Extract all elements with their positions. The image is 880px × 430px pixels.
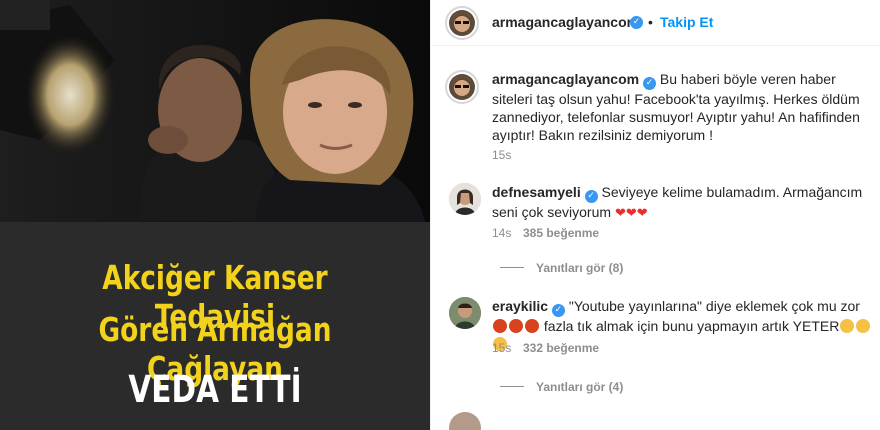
comment-defnesamyeli: defnesamyeli ✓ Seviyeye kelime bulamadım… — [492, 183, 872, 223]
post-side-panel: armagancaglayancom ✓ • Takip Et armaganc… — [430, 0, 880, 430]
replies-line — [500, 267, 524, 268]
caption-time: 15s — [492, 148, 512, 162]
post-caption-line3: VEDA ETTİ — [128, 368, 302, 411]
sad-face-emoji-icon — [840, 319, 855, 333]
view-replies-button[interactable]: Yanıtları gör (4) — [536, 380, 623, 394]
avatar-face-icon — [449, 183, 481, 215]
avatar-face-icon — [449, 297, 481, 329]
comment-text-part2: fazla tık almak için bunu yapmayın artık… — [543, 318, 840, 334]
comment-time: 14s — [492, 226, 512, 240]
verified-badge-icon: ✓ — [630, 16, 643, 29]
angry-face-emoji-icon — [493, 319, 507, 333]
avatar-face-icon — [453, 76, 471, 96]
angry-face-emoji-icon — [525, 319, 539, 333]
caption-author-avatar[interactable] — [449, 74, 475, 100]
post-image: Akciğer Kanser Tedavisi Gören Armağan Ça… — [0, 0, 430, 430]
comment-username[interactable]: eraykilic — [492, 298, 548, 314]
follow-button[interactable]: Takip Et — [660, 14, 713, 30]
comment-time: 15s — [492, 341, 512, 355]
replies-line — [500, 386, 524, 387]
comment-username[interactable]: defnesamyeli — [492, 184, 581, 200]
author-avatar[interactable] — [449, 10, 475, 36]
angry-face-emoji-icon — [509, 319, 523, 333]
verified-badge-icon: ✓ — [642, 77, 656, 90]
avatar-face-icon — [453, 12, 471, 32]
heart-emoji-icon: ❤❤❤ — [614, 206, 648, 221]
verified-badge-icon: ✓ — [551, 304, 565, 317]
sad-face-emoji-icon — [856, 319, 871, 333]
comment-avatar-partial[interactable] — [449, 412, 481, 430]
photo-illustration — [0, 0, 430, 222]
comment-avatar-defnesamyeli[interactable] — [449, 183, 481, 215]
comment-avatar-eraykilic[interactable] — [449, 297, 481, 329]
header-separator: • — [648, 14, 653, 30]
caption-comment: armagancaglayancom ✓ Bu haberi böyle ver… — [492, 70, 872, 144]
comment-likes-button[interactable]: 385 beğenme — [523, 226, 599, 240]
view-replies-button[interactable]: Yanıtları gör (8) — [536, 261, 623, 275]
caption-username[interactable]: armagancaglayancom — [492, 71, 639, 87]
post-photo — [0, 0, 430, 222]
post-header: armagancaglayancom ✓ • Takip Et — [431, 0, 880, 46]
comment-likes-button[interactable]: 332 beğenme — [523, 341, 599, 355]
comment-text-part1: "Youtube yayınlarına" diye eklemek çok m… — [568, 298, 860, 314]
verified-badge-icon: ✓ — [584, 190, 598, 203]
header-username[interactable]: armagancaglayancom — [492, 14, 639, 30]
